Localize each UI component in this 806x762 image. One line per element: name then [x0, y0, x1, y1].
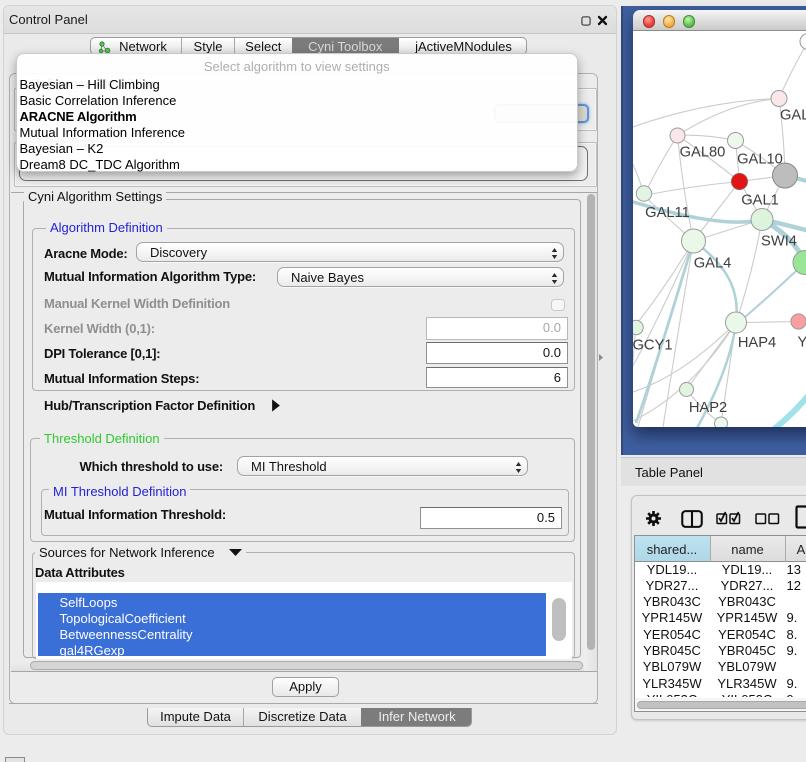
svg-text:Y: Y	[797, 334, 806, 350]
svg-text:HAP4: HAP4	[737, 335, 775, 351]
svg-text:GAL11: GAL11	[645, 205, 690, 221]
svg-text:GAL7: GAL7	[780, 107, 806, 123]
svg-text:HAP2: HAP2	[688, 400, 726, 416]
svg-text:GAL1: GAL1	[741, 192, 779, 208]
svg-text:GAL10: GAL10	[737, 151, 783, 167]
svg-text:SWI4: SWI4	[761, 233, 797, 249]
svg-text:GAL80: GAL80	[679, 144, 725, 160]
svg-text:GAL4: GAL4	[693, 255, 731, 271]
svg-text:GCY1: GCY1	[633, 337, 673, 353]
